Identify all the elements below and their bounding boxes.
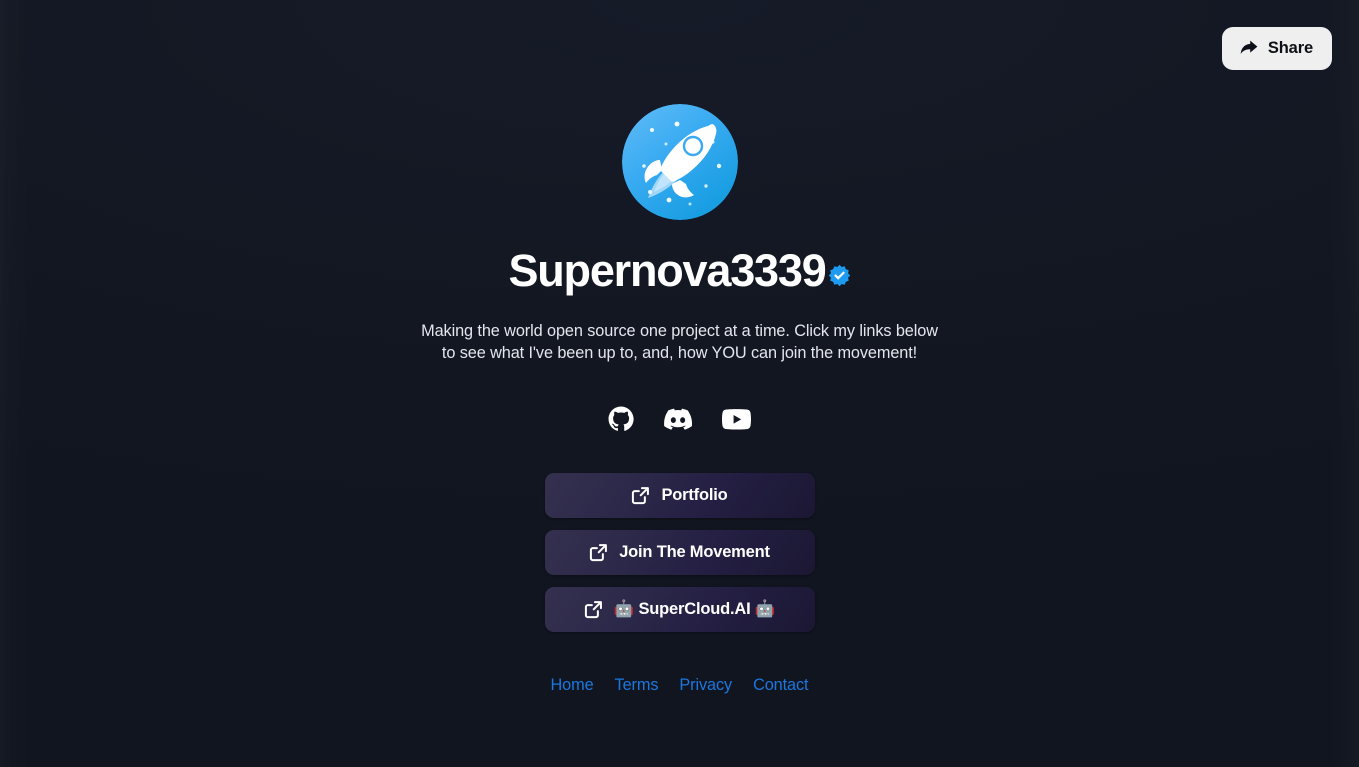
youtube-icon xyxy=(722,408,751,430)
discord-icon xyxy=(664,405,692,433)
profile-bio: Making the world open source one project… xyxy=(421,322,938,362)
footer-link-home[interactable]: Home xyxy=(551,676,594,695)
link-button-label: Portfolio xyxy=(661,486,728,504)
footer-link-terms[interactable]: Terms xyxy=(615,676,659,695)
linktree-page: Share Supernova3339 Making the world ope… xyxy=(0,0,1359,767)
display-name-row: Supernova3339 xyxy=(508,248,850,293)
external-link-icon xyxy=(584,600,603,619)
github-icon xyxy=(608,406,634,432)
link-button-join-the-movement[interactable]: Join The Movement xyxy=(544,530,815,575)
link-button-portfolio[interactable]: Portfolio xyxy=(544,473,815,518)
social-link-youtube[interactable] xyxy=(722,408,751,430)
verified-badge-icon xyxy=(828,264,851,287)
footer-links: Home Terms Privacy Contact xyxy=(551,676,809,695)
footer-link-privacy[interactable]: Privacy xyxy=(679,676,732,695)
link-button-label: 🤖 SuperCloud.AI 🤖 xyxy=(613,600,776,618)
page-title: Supernova3339 xyxy=(508,245,826,296)
profile-container: Supernova3339 Making the world open sour… xyxy=(0,0,1359,695)
footer-link-contact[interactable]: Contact xyxy=(753,676,809,695)
link-button-label: Join The Movement xyxy=(619,543,770,561)
external-link-icon xyxy=(589,543,608,562)
rocket-avatar xyxy=(621,104,738,220)
link-button-supercloud-ai[interactable]: 🤖 SuperCloud.AI 🤖 xyxy=(544,587,815,632)
external-link-icon xyxy=(631,486,650,505)
links-list: Portfolio Join The Movement 🤖 SuperCloud… xyxy=(544,473,815,632)
social-link-github[interactable] xyxy=(608,406,634,432)
social-icons-row xyxy=(608,405,751,433)
social-link-discord[interactable] xyxy=(664,405,692,433)
